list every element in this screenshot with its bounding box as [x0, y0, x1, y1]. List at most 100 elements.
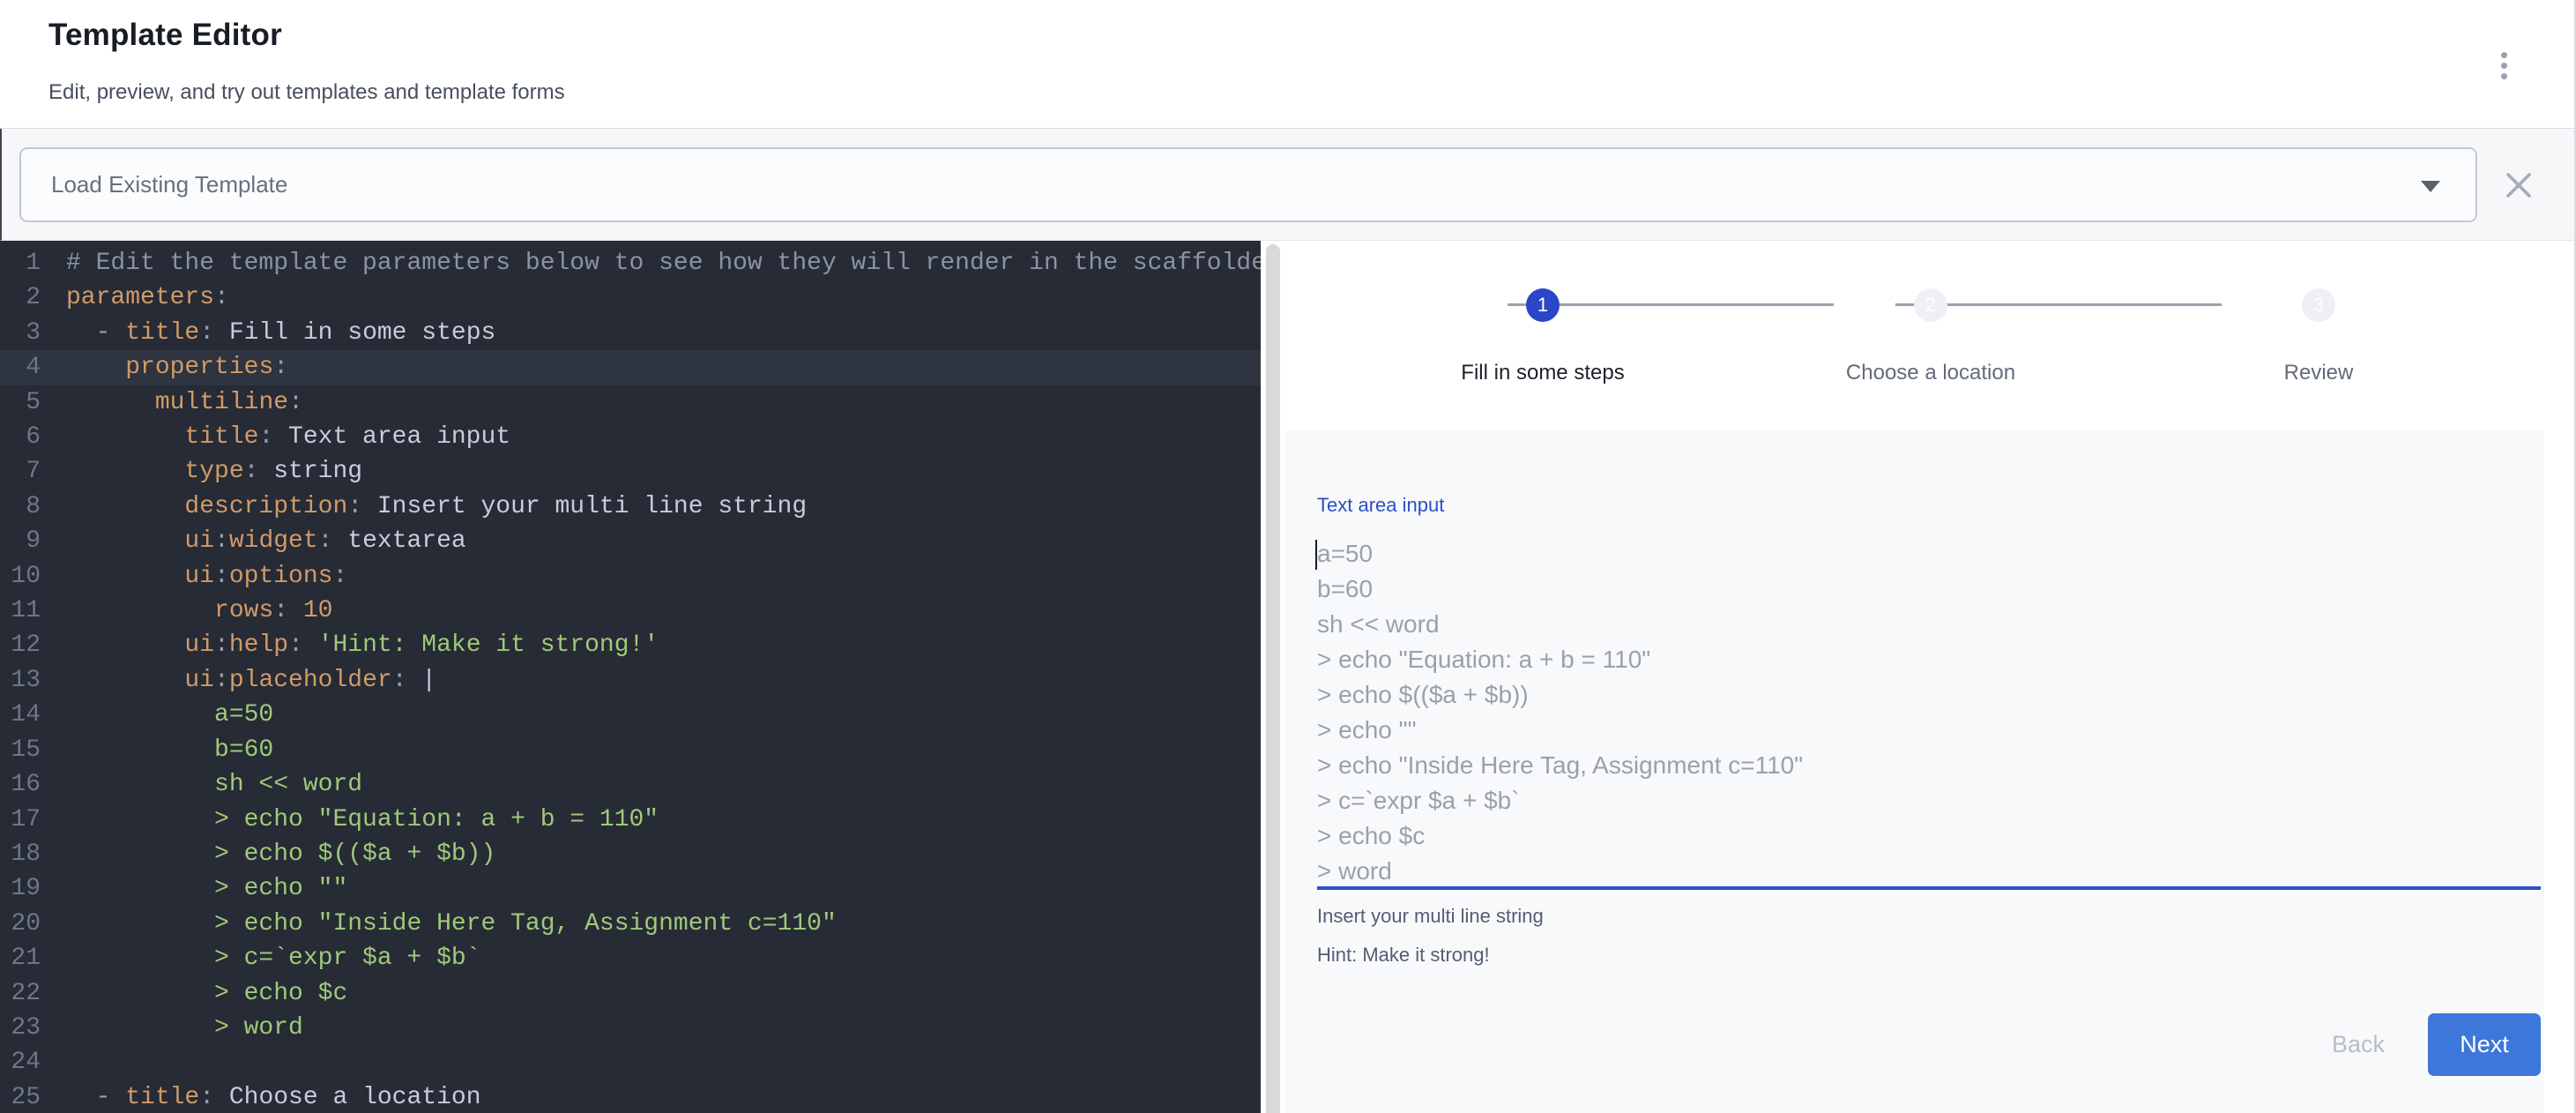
step-number-badge: 1	[1526, 288, 1560, 322]
line-number: 7	[0, 454, 41, 489]
editor-line[interactable]: 22 > echo $c	[0, 976, 1261, 1011]
line-number: 13	[0, 663, 41, 698]
editor-line[interactable]: 5 multiline:	[0, 385, 1261, 420]
load-template-select[interactable]: Load Existing Template	[19, 147, 2477, 222]
editor-line[interactable]: 1 # Edit the template parameters below to…	[0, 246, 1261, 280]
line-number: 5	[0, 385, 41, 420]
code-text: rows: 10	[66, 594, 332, 628]
line-number: 25	[0, 1080, 41, 1113]
editor-line[interactable]: 15 b=60	[0, 733, 1261, 767]
load-template-select-value: Load Existing Template	[51, 171, 287, 198]
code-text: > echo $c	[66, 976, 347, 1011]
editor-line[interactable]: 14 a=50	[0, 698, 1261, 732]
clear-template-button[interactable]	[2504, 170, 2534, 200]
editor-line[interactable]: 10 ui:options:	[0, 559, 1261, 594]
code-text: > echo ""	[66, 871, 347, 906]
code-text: > echo $(($a + $b))	[66, 837, 495, 871]
stepper-step-2: 2 Choose a location	[1737, 241, 2125, 385]
step-label: Fill in some steps	[1461, 361, 1624, 385]
editor-line[interactable]: 23 > word	[0, 1011, 1261, 1045]
back-button[interactable]: Back	[2332, 1031, 2385, 1058]
code-text: multiline:	[66, 385, 303, 420]
line-number: 2	[0, 280, 41, 315]
line-number: 8	[0, 489, 41, 524]
editor-line[interactable]: 2parameters:	[0, 280, 1261, 315]
code-text: properties:	[66, 350, 288, 385]
line-number: 23	[0, 1011, 41, 1045]
main-split-view: 1 # Edit the template parameters below to…	[0, 241, 2574, 1113]
stepper: 1 Fill in some steps 2 Choose a location 3Re…	[1283, 241, 2574, 430]
line-number: 18	[0, 837, 41, 871]
step-number-badge: 2	[1914, 288, 1947, 322]
textarea-field[interactable]: a=50 b=60 sh << word > echo "Equation: a…	[1317, 536, 2541, 890]
close-icon	[2504, 170, 2534, 200]
line-number: 20	[0, 907, 41, 941]
line-number: 3	[0, 316, 41, 350]
line-number: 11	[0, 594, 41, 628]
code-text: > echo "Equation: a + b = 110"	[66, 803, 659, 837]
line-number: 22	[0, 976, 41, 1011]
code-text: sh << word	[66, 767, 362, 802]
wizard-actions: Back Next	[1317, 1013, 2541, 1076]
editor-line[interactable]: 8 description: Insert your multi line st…	[0, 489, 1261, 524]
line-number: 10	[0, 559, 41, 594]
code-text: - title: Choose a location	[66, 1080, 481, 1113]
line-number: 1	[0, 246, 41, 280]
code-text: > word	[66, 1011, 303, 1045]
line-number: 15	[0, 733, 41, 767]
field-description: Insert your multi line string	[1317, 905, 2541, 928]
editor-line[interactable]: 13 ui:placeholder: |	[0, 663, 1261, 698]
page-title: Template Editor	[48, 18, 2574, 53]
line-number: 24	[0, 1045, 41, 1079]
field-hint: Hint: Make it strong!	[1317, 944, 2541, 967]
code-text: # Edit the template parameters below to …	[66, 246, 1261, 280]
code-text: type: string	[66, 454, 362, 489]
line-number: 14	[0, 698, 41, 732]
code-text: > echo "Inside Here Tag, Assignment c=11…	[66, 907, 837, 941]
next-button[interactable]: Next	[2428, 1013, 2541, 1076]
stepper-step-3: 3Review	[2125, 241, 2513, 385]
line-number: 21	[0, 941, 41, 975]
code-text: ui:widget: textarea	[66, 524, 466, 558]
step-number-badge: 3	[2302, 288, 2335, 322]
stepper-step-1: 1 Fill in some steps	[1349, 241, 1737, 385]
editor-line[interactable]: 16 sh << word	[0, 767, 1261, 802]
editor-line[interactable]: 3 - title: Fill in some steps	[0, 316, 1261, 350]
editor-line[interactable]: 18 > echo $(($a + $b))	[0, 837, 1261, 871]
template-editor-page: Template Editor Edit, preview, and try o…	[0, 0, 2576, 1113]
editor-line[interactable]: 11 rows: 10	[0, 594, 1261, 628]
line-number: 19	[0, 871, 41, 906]
editor-line[interactable]: 9 ui:widget: textarea	[0, 524, 1261, 558]
form-preview-panel: 1 Fill in some steps 2 Choose a location 3Re…	[1283, 241, 2574, 1113]
code-text: ui:help: 'Hint: Make it strong!'	[66, 628, 659, 662]
line-number: 6	[0, 420, 41, 454]
editor-line[interactable]: 7 type: string	[0, 454, 1261, 489]
code-text: b=60	[66, 733, 273, 767]
editor-line[interactable]: 25 - title: Choose a location	[0, 1080, 1261, 1113]
text-cursor	[1315, 540, 1317, 570]
textarea-field-label: Text area input	[1317, 494, 2541, 517]
code-text: ui:placeholder: |	[66, 663, 436, 698]
code-editor-lines: 1 # Edit the template parameters below to…	[0, 246, 1261, 1113]
line-number: 16	[0, 767, 41, 802]
kebab-menu-icon	[2501, 52, 2507, 58]
code-editor[interactable]: 1 # Edit the template parameters below to…	[0, 241, 1261, 1113]
code-text: > c=`expr $a + $b`	[66, 941, 480, 975]
editor-line[interactable]: 17 > echo "Equation: a + b = 110"	[0, 803, 1261, 837]
editor-line[interactable]: 24	[0, 1045, 1261, 1079]
template-select-row: Load Existing Template	[0, 129, 2574, 241]
line-number: 17	[0, 803, 41, 837]
editor-line[interactable]: 20 > echo "Inside Here Tag, Assignment c…	[0, 907, 1261, 941]
caret-down-icon	[2421, 181, 2440, 192]
pane-splitter-handle[interactable]	[1266, 244, 1280, 1113]
editor-line[interactable]: 6 title: Text area input	[0, 420, 1261, 454]
more-options-button[interactable]	[2486, 44, 2521, 86]
editor-line[interactable]: 12 ui:help: 'Hint: Make it strong!'	[0, 628, 1261, 662]
editor-line[interactable]: 19 > echo ""	[0, 871, 1261, 906]
editor-line[interactable]: 4 properties:	[0, 350, 1261, 385]
step-label: Choose a location	[1846, 361, 2015, 385]
textarea-placeholder: a=50 b=60 sh << word > echo "Equation: a…	[1317, 536, 2541, 889]
code-text: title: Text area input	[66, 420, 510, 454]
editor-line[interactable]: 21 > c=`expr $a + $b`	[0, 941, 1261, 975]
code-text: ui:options:	[66, 559, 347, 594]
